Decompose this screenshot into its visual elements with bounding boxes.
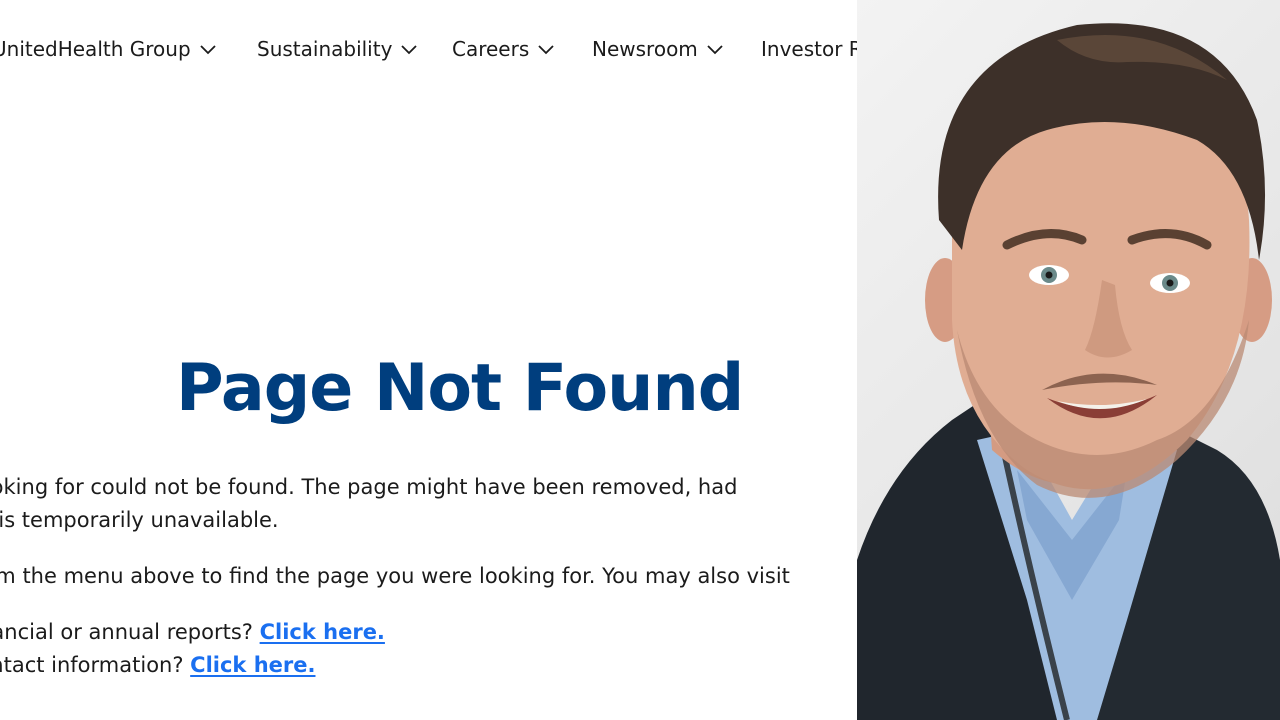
financial-reports-link[interactable]: Click here. bbox=[260, 620, 385, 644]
error-message-line-2: its name changed or is temporarily unava… bbox=[0, 508, 279, 532]
chevron-down-icon bbox=[537, 40, 555, 58]
nav-item-label: Investor R bbox=[761, 37, 857, 61]
chevron-down-icon bbox=[199, 40, 217, 58]
chevron-down-icon bbox=[706, 40, 724, 58]
nav-item-investor-relations[interactable]: Investor R bbox=[761, 33, 857, 65]
financial-reports-text: Looking for financial or annual reports? bbox=[0, 620, 253, 644]
portrait-photo bbox=[857, 0, 1280, 720]
nav-item-sustainability[interactable]: Sustainability bbox=[257, 33, 418, 65]
chevron-down-icon bbox=[400, 40, 418, 58]
nav-item-newsroom[interactable]: Newsroom bbox=[592, 33, 724, 65]
nav-item-careers[interactable]: Careers bbox=[452, 33, 555, 65]
contact-info-link[interactable]: Click here. bbox=[190, 653, 315, 677]
nav-item-label: UnitedHealth Group bbox=[0, 37, 191, 61]
contact-info-line: Looking for contact information? Click h… bbox=[0, 649, 315, 682]
error-page-screenshot: UnitedHealth Group Sustainability Career… bbox=[0, 0, 857, 720]
error-message-line-1: The page you're looking for could not be… bbox=[0, 475, 738, 499]
nav-item-unitedhealth-group[interactable]: UnitedHealth Group bbox=[0, 33, 217, 65]
page-title: Page Not Found bbox=[176, 351, 744, 426]
nav-item-label: Careers bbox=[452, 37, 530, 61]
portrait-illustration bbox=[857, 23, 1280, 720]
contact-info-text: Looking for contact information? bbox=[0, 653, 184, 677]
menu-instruction-text: Please select from the menu above to fin… bbox=[0, 564, 790, 588]
financial-reports-line: Looking for financial or annual reports?… bbox=[0, 616, 385, 649]
nav-item-label: Sustainability bbox=[257, 37, 393, 61]
nav-item-label: Newsroom bbox=[592, 37, 698, 61]
